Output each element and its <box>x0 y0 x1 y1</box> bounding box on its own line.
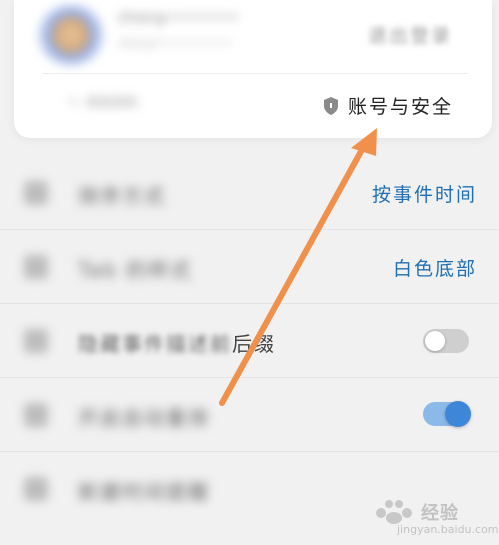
watermark-url: jingyan.baidu.com <box>397 523 499 536</box>
annotation-arrow <box>219 128 377 406</box>
paw-logo-icon <box>376 500 412 524</box>
watermark-text: 经验 <box>421 503 459 524</box>
watermark: 经验 jingyan.baidu.com <box>367 497 499 541</box>
